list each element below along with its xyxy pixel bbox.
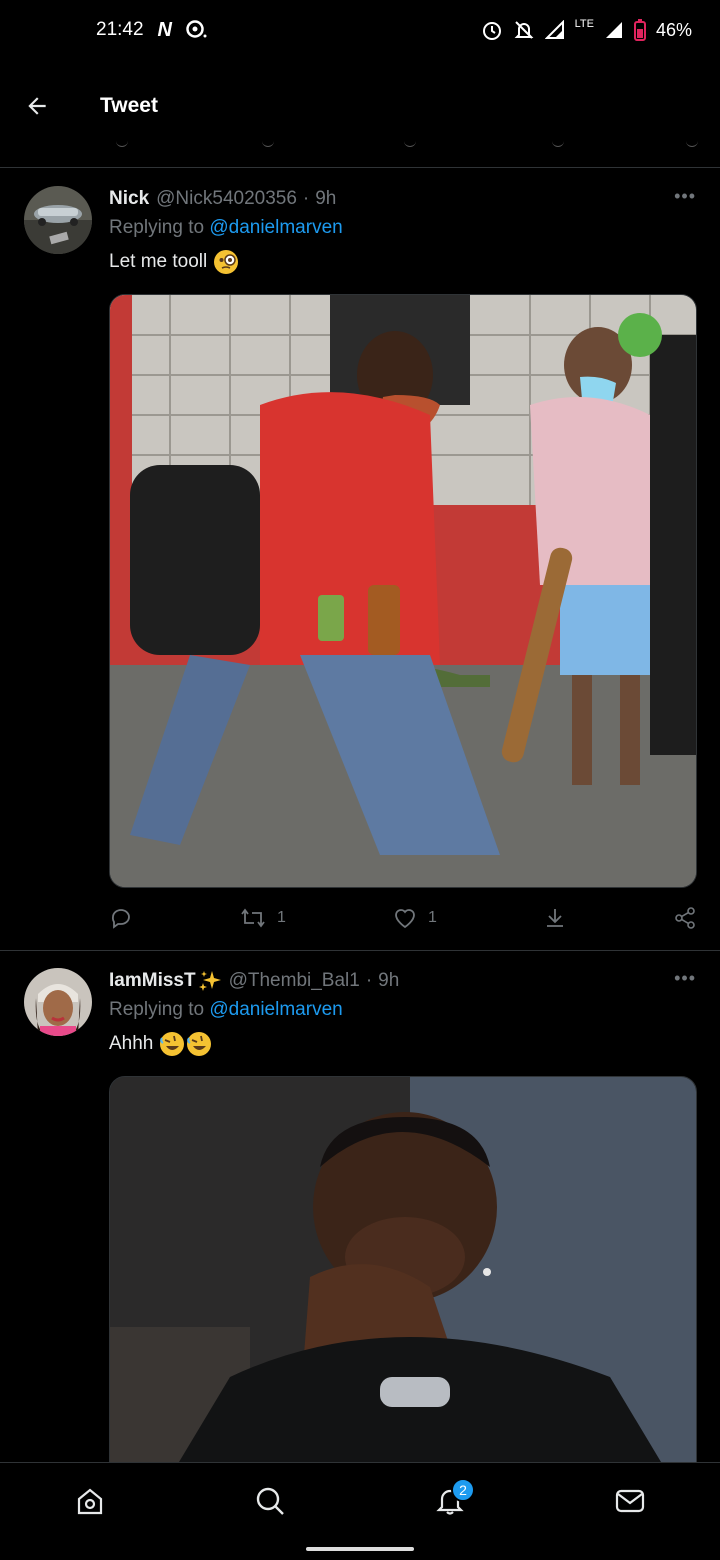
previous-tweet-actions-peek (0, 140, 720, 168)
download-icon (546, 909, 563, 927)
sparkles-icon (198, 971, 221, 991)
avatar[interactable] (24, 968, 92, 1036)
tweet-photo[interactable] (109, 294, 697, 888)
avatar[interactable] (24, 186, 92, 254)
download-button[interactable] (543, 906, 567, 930)
tweet-divider (0, 950, 720, 951)
gesture-home-indicator[interactable] (306, 1547, 414, 1551)
like-button[interactable]: 1 (392, 906, 437, 930)
tweet-text-content: Ahhh (109, 1033, 154, 1054)
arrow-left-icon (28, 97, 46, 115)
more-options-icon[interactable]: ••• (674, 186, 696, 207)
rolling-on-floor-laughing-icon (160, 1032, 212, 1056)
more-options-icon[interactable]: ••• (674, 968, 696, 989)
mention-link[interactable]: @danielmarven (209, 217, 342, 238)
top-app-bar: Tweet (0, 66, 720, 146)
user-handle[interactable]: @Thembi_Bal1 (229, 970, 360, 992)
netflix-notification-icon: N (157, 18, 172, 41)
status-time: 21:42 (96, 19, 144, 40)
replying-to-label: Replying to (109, 999, 205, 1020)
share-button[interactable] (673, 906, 697, 930)
nav-search[interactable] (235, 1466, 305, 1536)
display-name[interactable]: Nick (109, 188, 149, 210)
home-icon (77, 1488, 103, 1514)
battery-icon (633, 19, 646, 41)
signal-icon-2 (605, 22, 622, 38)
reply-icon (111, 909, 130, 929)
bottom-navigation: 2 (0, 1462, 720, 1560)
signal-icon (544, 20, 564, 39)
nav-messages[interactable] (595, 1466, 665, 1536)
share-icon (675, 907, 695, 929)
heart-icon (395, 909, 415, 929)
status-bar: 21:42 N LTE 46% (0, 0, 720, 60)
tweet-time[interactable]: 9h (378, 970, 399, 992)
nav-home[interactable] (55, 1466, 125, 1536)
chat-notification-icon (186, 20, 207, 38)
battery-level: 46% (655, 19, 692, 40)
tweet-text: Let me tooll (109, 248, 696, 276)
tweet-header: Nick @Nick54020356 · 9h (109, 186, 696, 212)
replying-to-line: Replying to @danielmarven (109, 999, 696, 1025)
tweet-reply-nick[interactable]: Nick @Nick54020356 · 9h ••• Replying to … (0, 170, 720, 950)
search-icon (256, 1487, 284, 1515)
notifications-badge: 2 (451, 1477, 475, 1502)
nav-notifications[interactable]: 2 (415, 1466, 485, 1536)
back-button[interactable] (0, 66, 74, 146)
retweet-icon (241, 908, 265, 928)
display-name[interactable]: IamMissT (109, 970, 196, 992)
reply-button[interactable] (109, 906, 133, 930)
face-with-monocle-icon (214, 250, 239, 274)
mention-link[interactable]: @danielmarven (209, 999, 342, 1020)
mute-icon (514, 21, 534, 39)
replying-to-line: Replying to @danielmarven (109, 217, 696, 243)
tweet-time[interactable]: 9h (315, 188, 336, 210)
separator: · (302, 188, 310, 209)
tweet-photo[interactable] (109, 1076, 697, 1476)
tweet-text-content: Let me tooll (109, 251, 208, 272)
retweet-button[interactable]: 1 (239, 906, 286, 930)
separator: · (365, 970, 373, 991)
mail-icon (615, 1489, 645, 1512)
network-type: LTE (574, 18, 594, 30)
tweet-header: IamMissT @Thembi_Bal1 · 9h (109, 968, 696, 994)
tweet-reply-iammisst[interactable]: IamMissT @Thembi_Bal1 · 9h ••• Replying … (0, 952, 720, 1476)
retweet-count: 1 (277, 909, 286, 926)
page-title: Tweet (100, 94, 158, 117)
tweet-actions: 1 1 (109, 906, 697, 930)
like-count: 1 (428, 909, 437, 926)
user-handle[interactable]: @Nick54020356 (156, 188, 297, 210)
replying-to-label: Replying to (109, 217, 205, 238)
tweet-text: Ahhh (109, 1030, 696, 1058)
alarm-icon (482, 22, 501, 40)
